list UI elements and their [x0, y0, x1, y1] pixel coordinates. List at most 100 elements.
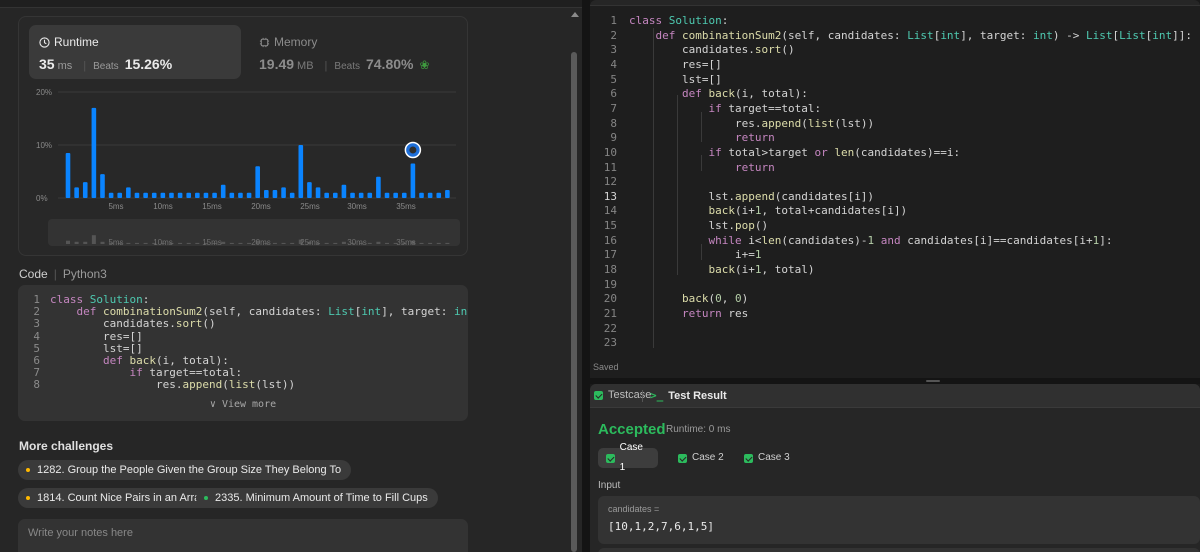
chart-bar[interactable]: [376, 176, 381, 198]
challenge-chip[interactable]: 2335. Minimum Amount of Time to Fill Cup…: [196, 488, 438, 508]
chart-bar[interactable]: [332, 192, 338, 198]
save-status: Saved: [593, 362, 619, 372]
notes-textarea[interactable]: Write your notes here: [18, 519, 468, 552]
chart-bar[interactable]: [229, 192, 235, 198]
case-tab-1[interactable]: Case 1: [598, 442, 658, 473]
difficulty-dot-icon: [26, 468, 30, 472]
chart-bar[interactable]: [195, 192, 200, 198]
chart-bar[interactable]: [350, 192, 355, 198]
notes-placeholder: Write your notes here: [28, 527, 133, 539]
chart-bar[interactable]: [65, 152, 71, 198]
chart-bar[interactable]: [324, 192, 329, 198]
test-result-panel: Testcase >_ Test Result Accepted Runtime…: [590, 384, 1200, 552]
overview-bar: [290, 242, 295, 244]
drag-handle-icon[interactable]: [926, 380, 940, 382]
editor-line[interactable]: 6 def back(i, total):: [590, 86, 807, 101]
editor-line[interactable]: 5 lst=[]: [590, 72, 722, 87]
chart-bar[interactable]: [238, 192, 243, 198]
runtime-distribution-chart[interactable]: 20% 10% 0% 5ms 10ms 15ms 20ms 25ms 30ms 35ms 5ms 10…: [0, 0, 582, 260]
editor-line[interactable]: 22: [590, 321, 629, 336]
x-tick-label: 25ms: [300, 202, 320, 211]
editor-line[interactable]: 4 res=[]: [590, 57, 721, 72]
view-more-button[interactable]: ∨ View more: [18, 399, 468, 410]
editor-line[interactable]: 9 return: [590, 130, 774, 145]
chart-bar[interactable]: [108, 192, 114, 198]
chart-bar[interactable]: [393, 192, 398, 198]
chart-bar[interactable]: [143, 192, 148, 198]
case-tab-3[interactable]: Case 3: [736, 448, 798, 468]
chart-bar[interactable]: [384, 192, 390, 198]
editor-line[interactable]: 12: [590, 174, 629, 189]
x-tick-label: 35ms: [396, 202, 416, 211]
case-tab-2[interactable]: Case 2: [670, 448, 732, 468]
input-label: Input: [598, 480, 621, 491]
editor-line[interactable]: 11 return: [590, 160, 775, 175]
tab-test-result[interactable]: >_ Test Result: [650, 389, 727, 402]
code-text: lst.pop(): [629, 219, 769, 233]
editor-line[interactable]: 10 if total>target or len(candidates)==i…: [590, 145, 960, 160]
chart-bar[interactable]: [91, 107, 97, 198]
chart-bar[interactable]: [169, 192, 174, 198]
editor-line[interactable]: 18 back(i+1, total): [590, 262, 815, 277]
chart-bar[interactable]: [160, 192, 166, 198]
chart-bar[interactable]: [264, 190, 269, 198]
chart-bar[interactable]: [100, 174, 105, 198]
chart-bar[interactable]: [134, 192, 140, 198]
chart-bar[interactable]: [427, 192, 433, 198]
editor-line[interactable]: 7 if target==total:: [590, 101, 821, 116]
chart-bar[interactable]: [272, 190, 278, 198]
chart-bar[interactable]: [367, 192, 373, 198]
chart-bar[interactable]: [281, 187, 286, 198]
case-label: Case 1: [619, 442, 643, 473]
overview-bar: [229, 242, 234, 244]
line-number: 20: [603, 292, 617, 306]
chart-bar[interactable]: [186, 192, 192, 198]
editor-line[interactable]: 2 def combinationSum2(self, candidates: …: [590, 28, 1192, 43]
chart-bar[interactable]: [220, 184, 226, 198]
chart-bar[interactable]: [401, 192, 407, 198]
code-text: lst=[]: [629, 72, 722, 86]
editor-line[interactable]: 3 candidates.sort(): [590, 42, 794, 57]
editor-line[interactable]: 16 while i<len(candidates)-1 and candida…: [590, 233, 1113, 248]
chart-bar[interactable]: [126, 187, 131, 198]
editor-line[interactable]: 23: [590, 335, 629, 350]
editor-line[interactable]: 17 i+=1: [590, 247, 762, 262]
chart-bar[interactable]: [307, 182, 312, 198]
chart-bar[interactable]: [419, 192, 424, 198]
editor-line[interactable]: 14 back(i+1, total+candidates[i]): [590, 203, 907, 218]
chart-bar[interactable]: [410, 163, 416, 198]
chart-bar[interactable]: [74, 187, 79, 198]
challenge-chip[interactable]: 1282. Group the People Given the Group S…: [18, 460, 352, 480]
editor-line[interactable]: 15 lst.pop(): [590, 218, 768, 233]
chart-bar[interactable]: [315, 187, 321, 198]
chart-bar[interactable]: [177, 192, 183, 198]
chart-bar[interactable]: [203, 192, 209, 198]
editor-line[interactable]: 19: [590, 277, 629, 292]
chart-bar[interactable]: [298, 145, 304, 198]
checkbox-icon: [594, 390, 603, 400]
overview-bar: [341, 241, 346, 244]
chart-bar[interactable]: [151, 192, 157, 198]
chart-bar[interactable]: [212, 192, 217, 198]
chart-bar[interactable]: [82, 182, 88, 198]
chart-bar[interactable]: [246, 192, 252, 198]
chart-bar[interactable]: [289, 192, 295, 198]
editor-line[interactable]: 13 lst.append(candidates[i]): [590, 189, 874, 204]
chart-bar[interactable]: [341, 184, 347, 198]
editor-line[interactable]: 8 res.append(list(lst)): [590, 116, 874, 131]
challenge-chip[interactable]: 1814. Count Nice Pairs in an Array: [18, 488, 216, 508]
chart-bar[interactable]: [358, 192, 364, 198]
chart-bar[interactable]: [255, 166, 260, 198]
editor-line[interactable]: 21 return res: [590, 306, 748, 321]
code-editor[interactable]: 1 class Solution: 2 def combinationSum2(se…: [590, 0, 1200, 378]
vertical-splitter[interactable]: [582, 0, 590, 552]
editor-line[interactable]: 1 class Solution:: [590, 13, 728, 28]
editor-line[interactable]: 20 back(0, 0): [590, 291, 748, 306]
chart-bar[interactable]: [436, 192, 442, 198]
overview-bar: [324, 242, 329, 244]
chart-bar[interactable]: [117, 192, 123, 198]
overview-tick-label: 30ms: [347, 238, 367, 247]
overview-bar: [428, 242, 433, 244]
y-tick-label: 20%: [36, 88, 52, 97]
chart-bar[interactable]: [445, 190, 450, 198]
